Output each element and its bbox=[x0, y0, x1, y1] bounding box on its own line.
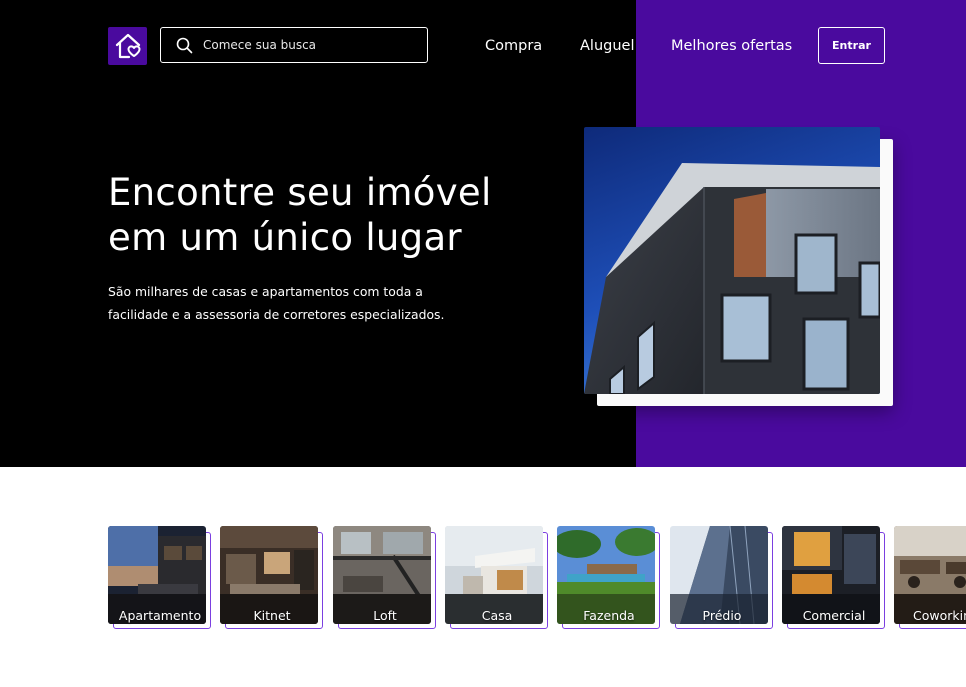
category-label: Comercial bbox=[802, 608, 866, 623]
hero-subtitle-line-2: facilidade e a assessoria de corretores … bbox=[108, 307, 445, 322]
category-card-predio[interactable]: Prédio bbox=[670, 526, 774, 630]
category-label: Fazenda bbox=[583, 608, 635, 623]
hero-subtitle: São milhares de casas e apartamentos com… bbox=[108, 280, 488, 326]
hero-building-photo bbox=[584, 127, 880, 394]
login-button[interactable]: Entrar bbox=[818, 27, 885, 64]
category-card-coworking[interactable]: Coworking bbox=[894, 526, 966, 630]
category-carousel: Apartamento Kitnet Loft Casa Fazenda Pré… bbox=[108, 526, 966, 636]
logo[interactable] bbox=[108, 27, 147, 65]
category-label: Loft bbox=[373, 608, 397, 623]
hero-subtitle-line-1: São milhares de casas e apartamentos com… bbox=[108, 284, 423, 299]
nav-link-aluguel[interactable]: Aluguel bbox=[580, 37, 634, 55]
category-card-comercial[interactable]: Comercial bbox=[782, 526, 886, 630]
category-label: Casa bbox=[481, 608, 513, 623]
category-label: Kitnet bbox=[253, 608, 291, 623]
hero-title-line-2: em um único lugar bbox=[108, 216, 462, 259]
search-input[interactable] bbox=[203, 38, 413, 52]
hero-section: Compra Aluguel Melhores ofertas Entrar E… bbox=[0, 0, 966, 467]
category-card-apartamento[interactable]: Apartamento bbox=[108, 526, 212, 630]
house-heart-icon bbox=[115, 33, 140, 59]
category-card-kitnet[interactable]: Kitnet bbox=[220, 526, 324, 630]
hero-title-line-1: Encontre seu imóvel bbox=[108, 171, 492, 214]
search-icon[interactable] bbox=[176, 36, 194, 54]
category-label: Apartamento bbox=[118, 608, 202, 623]
hero-title: Encontre seu imóvel em um único lugar bbox=[108, 170, 538, 260]
category-card-loft[interactable]: Loft bbox=[333, 526, 437, 630]
nav-link-compra[interactable]: Compra bbox=[485, 37, 542, 55]
category-card-fazenda[interactable]: Fazenda bbox=[557, 526, 661, 630]
nav-link-melhores-ofertas[interactable]: Melhores ofertas bbox=[671, 37, 792, 55]
category-card-casa[interactable]: Casa bbox=[445, 526, 549, 630]
category-label: Prédio bbox=[702, 608, 742, 623]
category-label: Coworking bbox=[913, 608, 966, 623]
search-bar[interactable] bbox=[160, 27, 428, 63]
